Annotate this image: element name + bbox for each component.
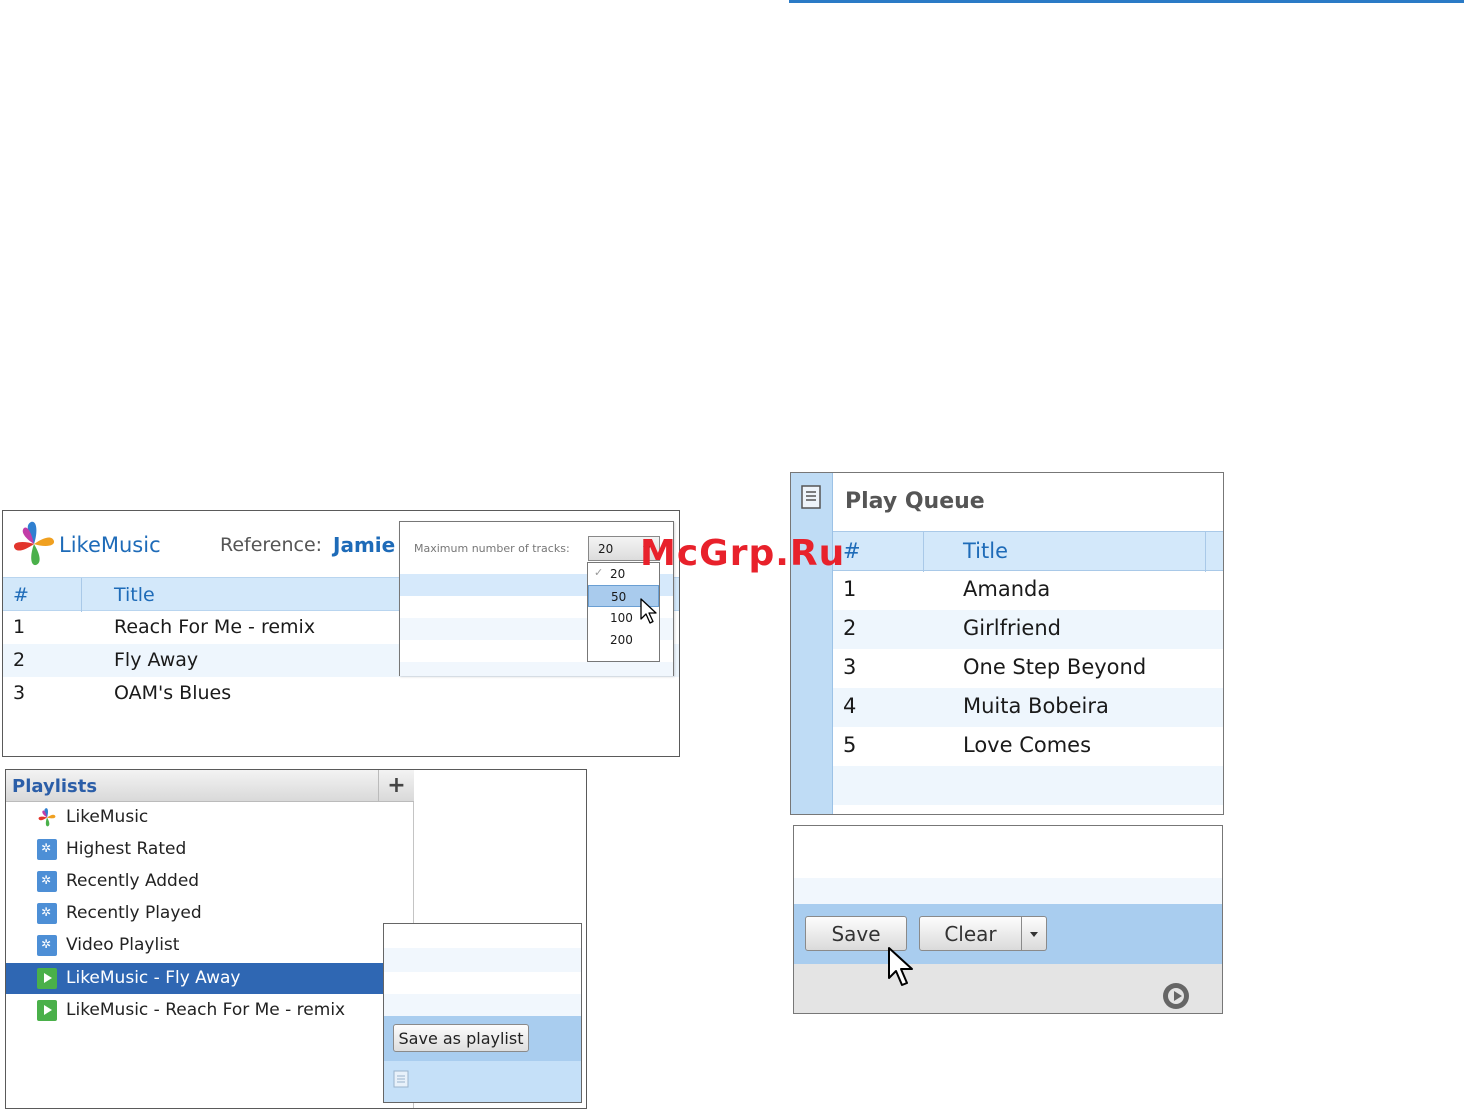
column-divider[interactable] — [923, 532, 924, 572]
max-tracks-label: Maximum number of tracks: — [414, 542, 570, 555]
table-row[interactable]: 3 OAM's Blues — [3, 677, 679, 710]
playlists-tree: Playlists + LikeMusic Highest Rated Rece… — [6, 770, 414, 1108]
playlist-item[interactable]: LikeMusic - Reach For Me - remix — [6, 995, 384, 1026]
likemusic-logo-icon — [13, 521, 55, 566]
track-number: 3 — [13, 682, 26, 704]
likemusic-panel: LikeMusic Reference: Jamie # Title 1 Rea… — [2, 510, 680, 757]
mouse-cursor-icon — [640, 598, 657, 624]
max-tracks-popup: Maximum number of tracks: 20 ✓ 20 50 100… — [399, 521, 674, 676]
track-title: Muita Bobeira — [963, 694, 1109, 718]
document-icon — [801, 485, 821, 509]
popup-footer-band — [384, 1061, 581, 1102]
likemusic-brand: LikeMusic — [59, 533, 161, 557]
max-tracks-selected-value: 20 — [598, 542, 614, 556]
playlist-icon — [37, 968, 57, 989]
popup-row-band — [400, 662, 673, 676]
player-logo-icon — [1163, 983, 1189, 1009]
reference-label: Reference: — [220, 534, 323, 556]
track-title: Fly Away — [114, 649, 199, 671]
top-rule — [789, 0, 1464, 3]
column-header-title[interactable]: Title — [963, 539, 1008, 563]
track-title: Amanda — [963, 577, 1051, 601]
playlist-icon — [37, 1000, 57, 1021]
track-number: 1 — [843, 577, 857, 601]
queue-footer — [794, 964, 1222, 1013]
table-row-empty — [833, 766, 1223, 805]
track-number: 2 — [13, 649, 26, 671]
playlist-item-label: LikeMusic - Fly Away — [66, 968, 241, 988]
track-number: 2 — [843, 616, 857, 640]
smart-playlist-icon — [37, 903, 57, 924]
table-row[interactable]: 5 Love Comes — [833, 727, 1223, 766]
playlist-item[interactable]: Highest Rated — [6, 834, 384, 865]
playlist-item-label: LikeMusic — [66, 807, 149, 827]
popup-row-band — [384, 948, 581, 972]
column-header-number[interactable]: # — [843, 539, 861, 563]
save-as-playlist-popup: Save as playlist — [383, 923, 582, 1103]
queue-actions-panel: Save Clear — [793, 825, 1223, 1014]
watermark: McGrp.Ru — [640, 533, 846, 574]
table-row[interactable]: 4 Muita Bobeira — [833, 688, 1223, 727]
playlist-item-label: Highest Rated — [66, 839, 187, 859]
track-number: 5 — [843, 733, 857, 757]
document-icon — [393, 1070, 409, 1088]
track-title: One Step Beyond — [963, 655, 1147, 679]
track-number: 4 — [843, 694, 857, 718]
playlist-item-label: Recently Added — [66, 871, 200, 891]
smart-playlist-icon — [37, 871, 57, 892]
playlist-item-label: Recently Played — [66, 903, 202, 923]
play-queue-title: Play Queue — [845, 489, 985, 514]
dropdown-option[interactable]: 200 — [588, 629, 659, 651]
column-divider[interactable] — [81, 578, 82, 612]
smart-playlist-icon — [37, 935, 57, 956]
mouse-cursor-icon — [888, 947, 913, 986]
track-title: Love Comes — [963, 733, 1092, 757]
playlist-item[interactable]: LikeMusic — [6, 802, 384, 833]
playlists-header: Playlists + — [6, 770, 414, 802]
playlist-item[interactable]: Video Playlist — [6, 930, 384, 961]
checkmark-icon: ✓ — [594, 566, 604, 579]
table-row[interactable]: 2 Girlfriend — [833, 610, 1223, 649]
playlist-item-selected[interactable]: LikeMusic - Fly Away — [6, 963, 384, 994]
likemusic-logo-icon — [38, 808, 56, 827]
table-row[interactable]: 1 Amanda — [833, 571, 1223, 610]
smart-playlist-icon — [37, 839, 57, 860]
playlists-title: Playlists — [12, 776, 98, 797]
play-queue-sidebar — [791, 473, 833, 814]
track-number: 3 — [843, 655, 857, 679]
add-playlist-button[interactable]: + — [378, 770, 414, 802]
playlist-item[interactable]: Recently Played — [6, 898, 384, 929]
play-queue-table-header: # Title — [833, 531, 1223, 572]
table-row[interactable]: 3 One Step Beyond — [833, 649, 1223, 688]
column-header-title[interactable]: Title — [114, 584, 155, 606]
save-as-playlist-button[interactable]: Save as playlist — [393, 1024, 529, 1052]
playlist-item[interactable]: Recently Added — [6, 866, 384, 897]
clear-options-dropdown[interactable] — [1022, 916, 1047, 951]
play-queue-panel: Play Queue # Title 1 Amanda 2 Girlfriend… — [790, 472, 1224, 815]
popup-row-band — [384, 994, 581, 1016]
column-divider[interactable] — [1205, 532, 1206, 572]
reference-value[interactable]: Jamie — [333, 533, 395, 557]
track-number: 1 — [13, 616, 26, 638]
track-title: OAM's Blues — [114, 682, 232, 704]
playlist-item-label: LikeMusic - Reach For Me - remix — [66, 1000, 346, 1020]
track-title: Girlfriend — [963, 616, 1061, 640]
panel-row-band — [794, 878, 1222, 904]
clear-button[interactable]: Clear — [919, 916, 1022, 951]
playlist-item-label: Video Playlist — [66, 935, 180, 955]
column-header-number[interactable]: # — [13, 584, 29, 606]
track-title: Reach For Me - remix — [114, 616, 316, 638]
